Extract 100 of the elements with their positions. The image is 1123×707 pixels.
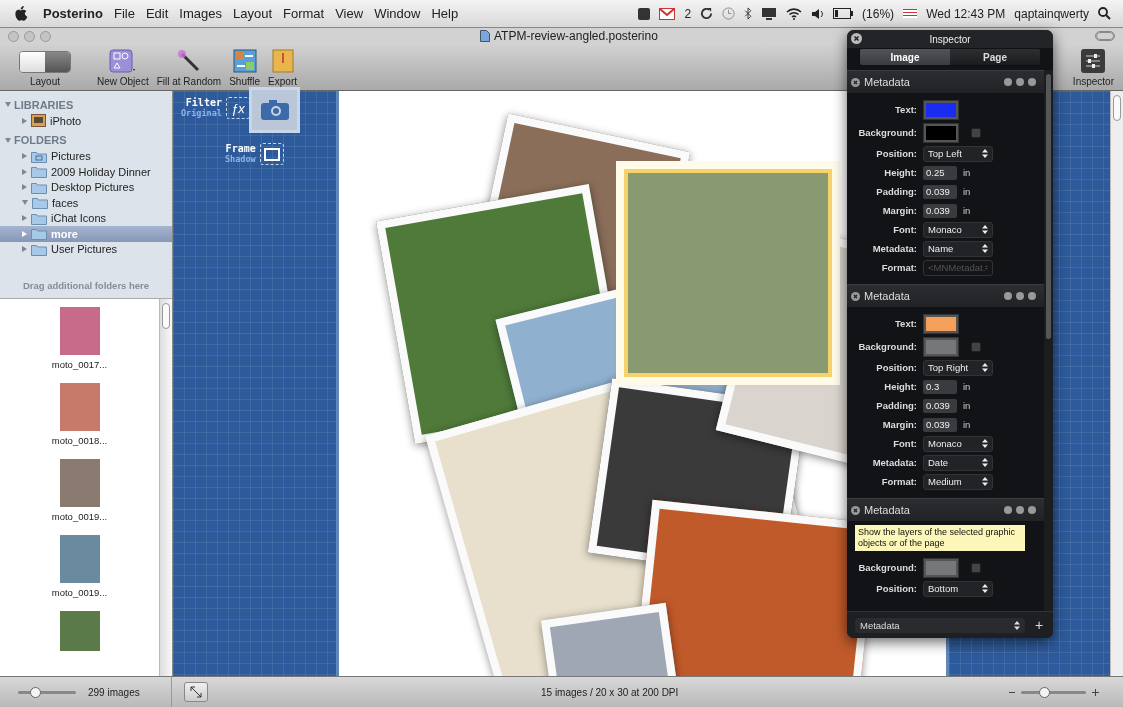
toolbar-button[interactable]: Shuffle	[226, 49, 264, 87]
menu-item[interactable]: View	[335, 6, 364, 21]
field-label: Text:	[894, 318, 917, 329]
more-icon[interactable]	[1028, 292, 1036, 300]
battery-icon[interactable]	[833, 8, 854, 19]
add-button[interactable]: +	[1035, 617, 1044, 633]
popup-menu[interactable]: Top Right	[923, 359, 993, 376]
popup-menu[interactable]: Medium	[923, 473, 993, 490]
toolbar-toggle-icon[interactable]	[1095, 31, 1115, 41]
clock-icon[interactable]	[722, 7, 736, 20]
up-icon[interactable]	[1004, 292, 1012, 300]
field-label: Padding:	[875, 400, 917, 411]
number-field[interactable]: 0.3	[923, 379, 957, 394]
disclosure-icon[interactable]	[5, 137, 11, 143]
sidebar-item[interactable]: faces	[0, 195, 172, 211]
down-icon[interactable]	[1016, 506, 1024, 514]
sidebar-item[interactable]: Desktop Pictures	[0, 179, 172, 195]
stepper-icon	[982, 458, 988, 467]
menu-item[interactable]: Help	[431, 6, 459, 21]
iphoto-icon	[31, 114, 46, 128]
up-icon[interactable]	[1004, 506, 1012, 514]
popup-menu[interactable]: Bottom	[923, 580, 993, 597]
envelope-icon	[271, 49, 294, 73]
color-well[interactable]	[923, 336, 959, 357]
remove-icon[interactable]	[851, 77, 860, 87]
sidebar-item[interactable]: 2009 Holiday Dinner	[0, 164, 172, 180]
image-node[interactable]	[249, 87, 300, 133]
sidebar-item[interactable]: iPhoto	[0, 113, 172, 129]
popup-menu[interactable]: Date	[923, 454, 993, 471]
tab[interactable]: Page	[950, 49, 1040, 65]
toolbar-button[interactable]: New Object	[94, 49, 152, 87]
disclosure-icon[interactable]	[5, 102, 11, 107]
sync-icon[interactable]	[700, 7, 714, 20]
toolbar-button[interactable]: Layout	[6, 51, 84, 87]
checkbox[interactable]	[971, 127, 981, 138]
mail-icon[interactable]	[659, 7, 676, 20]
color-well[interactable]	[923, 99, 959, 120]
user-name[interactable]: qaptainqwerty	[1014, 6, 1089, 21]
number-field[interactable]: 0.039	[923, 203, 957, 218]
menu-item[interactable]: Window	[374, 6, 421, 21]
unit-label: in	[963, 167, 971, 178]
search-icon[interactable]	[1098, 7, 1111, 20]
volume-icon[interactable]	[811, 7, 825, 20]
menu-item[interactable]: Edit	[145, 6, 169, 21]
photo-placeholder	[59, 611, 100, 651]
stepper-icon	[982, 225, 988, 234]
bluetooth-icon[interactable]	[744, 7, 753, 20]
close-icon[interactable]	[851, 33, 862, 44]
color-well[interactable]	[923, 122, 959, 143]
app-status-icon[interactable]	[638, 7, 651, 20]
zoom-in-icon[interactable]	[1092, 688, 1099, 696]
scrollbar[interactable]	[159, 299, 172, 676]
number-field[interactable]: 0.039	[923, 184, 957, 199]
color-well[interactable]	[923, 557, 959, 578]
number-field[interactable]: 0.25	[923, 165, 957, 180]
thumbnail[interactable]: moto_0019...	[51, 535, 108, 598]
thumbnail[interactable]: moto_0018...	[51, 383, 108, 446]
remove-icon[interactable]	[851, 291, 860, 301]
menu-item[interactable]: Format	[283, 6, 325, 21]
down-icon[interactable]	[1016, 292, 1024, 300]
menu-item[interactable]: Layout	[232, 6, 272, 21]
app-menu[interactable]: Posterino	[43, 6, 103, 21]
tab[interactable]: Image	[860, 49, 950, 65]
popup-menu[interactable]: Top Left	[923, 145, 993, 162]
flag-icon[interactable]	[903, 9, 918, 18]
sidebar-item[interactable]: Pictures	[0, 148, 172, 164]
toolbar-button[interactable]: Export	[265, 49, 300, 87]
fit-button[interactable]	[184, 682, 208, 702]
inspector-button[interactable]: Inspector	[1069, 49, 1117, 87]
popup-menu[interactable]: Monaco	[923, 221, 993, 238]
thumbnail[interactable]: moto_0017...	[51, 307, 108, 370]
more-icon[interactable]	[1028, 506, 1036, 514]
down-icon[interactable]	[1016, 78, 1024, 86]
popup-menu[interactable]: Metadata	[855, 617, 1025, 633]
menu-item[interactable]: Images	[179, 6, 222, 21]
wifi-icon[interactable]	[786, 7, 803, 20]
popup-menu[interactable]: Monaco	[923, 435, 993, 452]
clock[interactable]: Wed 12:43 PM	[926, 6, 1006, 21]
sidebar-item[interactable]: iChat Icons	[0, 210, 172, 226]
toolbar-button[interactable]: Fill at Random	[153, 49, 225, 87]
field-label: Background:	[857, 341, 917, 352]
scrollbar[interactable]	[1110, 91, 1123, 676]
sidebar-item[interactable]: User Pictures	[0, 241, 172, 257]
apple-icon[interactable]	[14, 6, 28, 21]
number-field[interactable]: 0.039	[923, 417, 957, 432]
more-icon[interactable]	[1028, 78, 1036, 86]
display-icon[interactable]	[761, 7, 778, 20]
up-icon[interactable]	[1004, 78, 1012, 86]
popup-menu[interactable]: Name	[923, 240, 993, 257]
color-well[interactable]	[923, 313, 959, 334]
field-label: Metadata:	[871, 243, 917, 254]
checkbox[interactable]	[971, 341, 981, 352]
checkbox[interactable]	[971, 562, 981, 573]
scrollbar[interactable]	[1044, 70, 1053, 611]
remove-icon[interactable]	[851, 505, 860, 515]
thumbnail[interactable]: moto_0019...	[51, 459, 108, 522]
menu-item[interactable]: File	[113, 6, 135, 21]
shapes-icon	[108, 49, 137, 73]
effect-node[interactable]: Frame Shadow	[225, 143, 284, 165]
number-field[interactable]: 0.039	[923, 398, 957, 413]
